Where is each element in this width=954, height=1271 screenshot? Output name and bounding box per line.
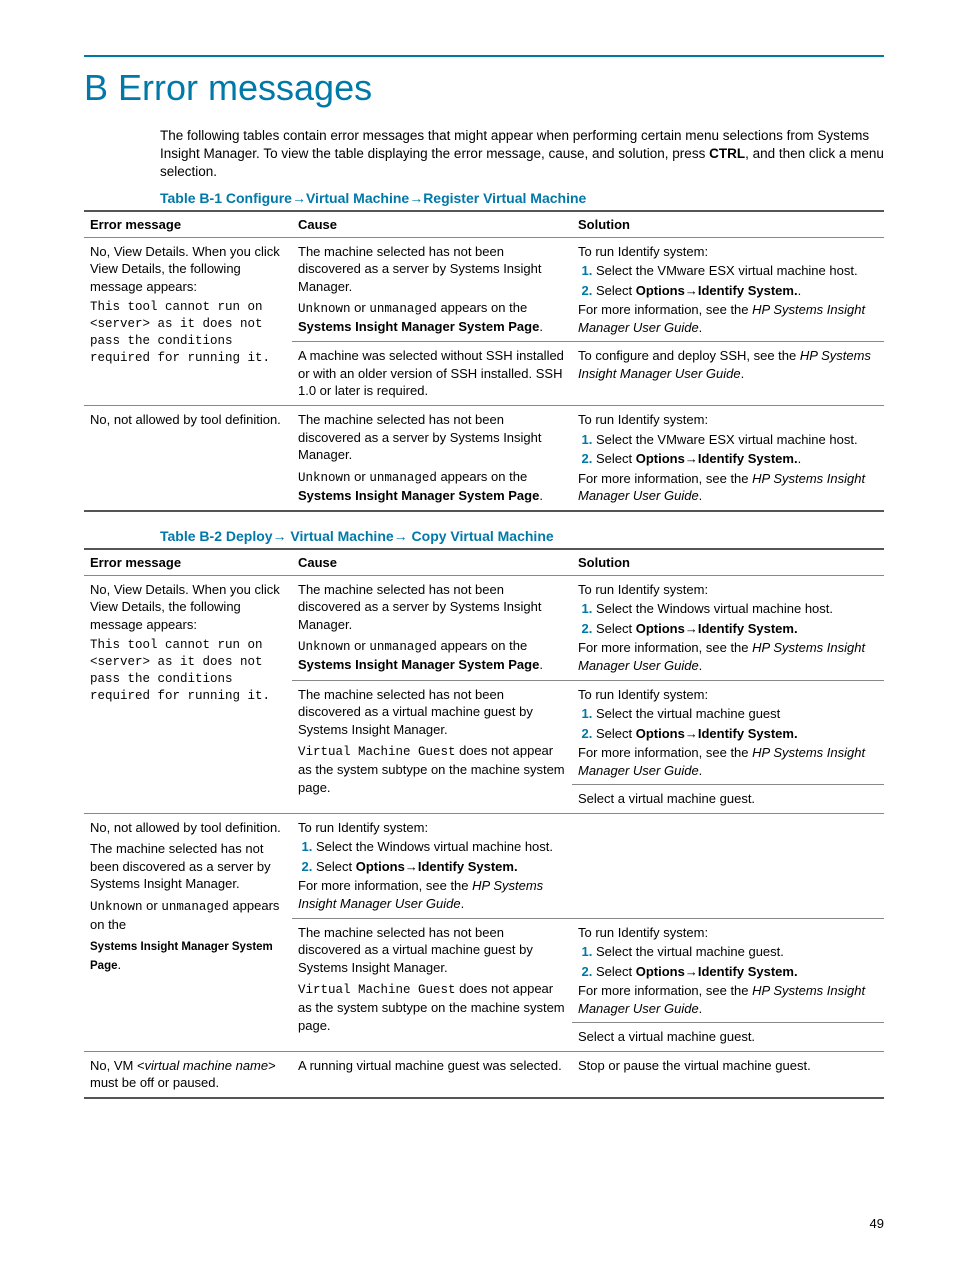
table-b1-caption: Table B-1 Configure→Virtual Machine→Regi…	[160, 190, 884, 206]
err-msg-text: No, View Details. When you click View De…	[90, 581, 286, 634]
err-msg-text: No, not allowed by tool definition.	[84, 406, 292, 511]
cause-text-2: Unknown or unmanaged appears on the Syst…	[298, 468, 566, 504]
sol-text: Stop or pause the virtual machine guest.	[572, 1051, 884, 1098]
cause-step-1: Select the Windows virtual machine host.	[316, 838, 566, 856]
ctrl-key: CTRL	[709, 146, 745, 161]
intro-paragraph: The following tables contain error messa…	[160, 127, 884, 182]
table-row: No, not allowed by tool definition. The …	[84, 406, 884, 511]
cause-text: The machine selected has not been discov…	[298, 686, 566, 739]
sol-text: Select a virtual machine guest.	[572, 1023, 884, 1052]
sol-intro: To run Identify system:	[578, 686, 878, 704]
table-row: No, VM <virtual machine name> must be of…	[84, 1051, 884, 1098]
table-b2: Error message Cause Solution No, View De…	[84, 548, 884, 1099]
sol-step-1: Select the virtual machine guest.	[596, 943, 878, 961]
sol-step-2: Select Options→Identify System.	[596, 725, 878, 743]
sol-steps: Select the virtual machine guest. Select…	[578, 943, 878, 980]
cause-step-2: Select Options→Identify System.	[316, 858, 566, 876]
err-text-2: The machine selected has not been discov…	[90, 840, 286, 893]
sol-step-1: Select the Windows virtual machine host.	[596, 600, 878, 618]
table-b2-caption: Table B-2 Deploy→ Virtual Machine→ Copy …	[160, 528, 884, 544]
sol-step-1: Select the virtual machine guest	[596, 705, 878, 723]
err-msg-text: No, View Details. When you click View De…	[90, 243, 286, 296]
th-cause: Cause	[292, 549, 572, 576]
sol-steps: Select the Windows virtual machine host.…	[578, 600, 878, 637]
sol-intro: To run Identify system:	[578, 243, 878, 261]
sol-post: For more information, see the HP Systems…	[578, 744, 878, 779]
err-text-3: Unknown or unmanaged appears on the	[90, 897, 286, 933]
cause-steps: Select the Windows virtual machine host.…	[298, 838, 566, 875]
err-msg-code: This tool cannot run on <server> as it d…	[90, 637, 286, 705]
table-row: No, not allowed by tool definition. The …	[84, 813, 884, 918]
sol-steps: Select the VMware ESX virtual machine ho…	[578, 431, 878, 468]
sol-steps: Select the virtual machine guest Select …	[578, 705, 878, 742]
th-solution: Solution	[572, 211, 884, 238]
sol-text: To configure and deploy SSH, see the HP …	[572, 342, 884, 406]
page-number: 49	[870, 1216, 884, 1231]
cause-text-2: Unknown or unmanaged appears on the Syst…	[298, 637, 566, 673]
cause-text-2: Virtual Machine Guest does not appear as…	[298, 980, 566, 1034]
cause-text: A running virtual machine guest was sele…	[292, 1051, 572, 1098]
cause-text: A machine was selected without SSH insta…	[292, 342, 572, 406]
sol-step-2: Select Options→Identify System.	[596, 620, 878, 638]
sol-step-2: Select Options→Identify System..	[596, 282, 878, 300]
err-text-4: Systems Insight Manager System Page.	[90, 937, 286, 974]
err-text-1: No, not allowed by tool definition.	[90, 819, 286, 837]
cause-text-2: Unknown or unmanaged appears on the Syst…	[298, 299, 566, 335]
cause-text: The machine selected has not been discov…	[298, 924, 566, 977]
err-msg-text: No, VM <virtual machine name> must be of…	[84, 1051, 292, 1098]
sol-post: For more information, see the HP Systems…	[578, 301, 878, 336]
th-error: Error message	[84, 211, 292, 238]
table-row: No, View Details. When you click View De…	[84, 575, 884, 680]
th-solution: Solution	[572, 549, 884, 576]
sol-post: For more information, see the HP Systems…	[578, 470, 878, 505]
cause-text: The machine selected has not been discov…	[298, 243, 566, 296]
table-row: No, View Details. When you click View De…	[84, 237, 884, 342]
sol-step-2: Select Options→Identify System.	[596, 963, 878, 981]
sol-post: For more information, see the HP Systems…	[578, 639, 878, 674]
cause-text-2: Virtual Machine Guest does not appear as…	[298, 742, 566, 796]
sol-step-2: Select Options→Identify System..	[596, 450, 878, 468]
sol-text: Select a virtual machine guest.	[572, 785, 884, 814]
sol-intro: To run Identify system:	[578, 411, 878, 429]
err-msg-code: This tool cannot run on <server> as it d…	[90, 299, 286, 367]
page-title: B Error messages	[84, 67, 884, 109]
th-error: Error message	[84, 549, 292, 576]
sol-intro: To run Identify system:	[578, 581, 878, 599]
th-cause: Cause	[292, 211, 572, 238]
table-b1: Error message Cause Solution No, View De…	[84, 210, 884, 512]
sol-step-1: Select the VMware ESX virtual machine ho…	[596, 431, 878, 449]
sol-step-1: Select the VMware ESX virtual machine ho…	[596, 262, 878, 280]
sol-post: For more information, see the HP Systems…	[578, 982, 878, 1017]
cause-intro: To run Identify system:	[298, 819, 566, 837]
sol-intro: To run Identify system:	[578, 924, 878, 942]
sol-steps: Select the VMware ESX virtual machine ho…	[578, 262, 878, 299]
cause-text: The machine selected has not been discov…	[298, 411, 566, 464]
cause-post: For more information, see the HP Systems…	[298, 877, 566, 912]
cause-text: The machine selected has not been discov…	[298, 581, 566, 634]
